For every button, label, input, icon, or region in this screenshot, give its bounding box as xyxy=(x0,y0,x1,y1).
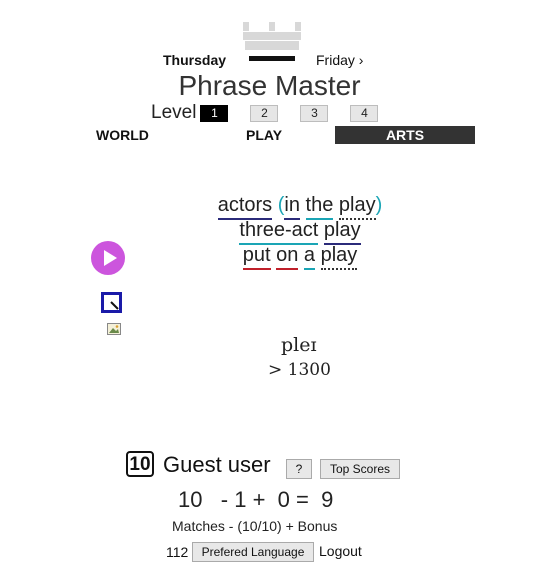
tab-play[interactable]: PLAY xyxy=(246,127,282,143)
phrase-line-2: three-act play xyxy=(0,219,539,245)
level-label: Level xyxy=(151,102,197,123)
score-badge: 10 xyxy=(126,451,154,477)
play-audio-button[interactable] xyxy=(91,241,125,275)
top-scores-button[interactable]: Top Scores xyxy=(320,459,400,479)
pronunciation-text: pleɪ xyxy=(281,334,317,356)
phrase-line-1: actors (in the play) xyxy=(0,194,539,220)
phrase-word[interactable]: play xyxy=(320,244,358,270)
level-3-button[interactable]: 3 xyxy=(300,104,329,122)
level-selector: Level 1 2 3 4 xyxy=(151,102,400,124)
phrase-paren-close: ) xyxy=(375,194,383,216)
phrase-line-3: put on a play xyxy=(0,244,539,270)
play-circle-icon xyxy=(104,250,117,266)
phrase-word[interactable]: a xyxy=(303,244,316,270)
phrase-word[interactable]: three-act xyxy=(239,219,319,245)
tab-world[interactable]: WORLD xyxy=(96,127,149,143)
phrase-word[interactable]: play xyxy=(323,219,361,245)
user-name: Guest user xyxy=(163,452,271,477)
matches-text: Matches - (10/10) + Bonus xyxy=(172,518,338,534)
user-count: 112 xyxy=(166,544,189,560)
phrase-word[interactable]: on xyxy=(276,244,299,270)
level-2-button[interactable]: 2 xyxy=(250,104,279,122)
preferred-language-button[interactable]: Prefered Language xyxy=(192,542,314,562)
image-icon[interactable] xyxy=(107,322,121,335)
phrase-word[interactable]: in xyxy=(284,194,300,220)
square-edit-icon[interactable] xyxy=(101,292,122,313)
tab-arts[interactable]: ARTS xyxy=(335,126,475,144)
level-4-button[interactable]: 4 xyxy=(350,104,379,122)
phrase-word[interactable]: put xyxy=(242,244,271,270)
phrase-word[interactable]: play xyxy=(338,194,376,220)
phrase-word[interactable]: the xyxy=(305,194,334,220)
word-score: 1300 xyxy=(287,360,331,380)
page-title: Phrase Master xyxy=(178,70,361,101)
current-day: Thursday xyxy=(163,52,227,68)
phrase-word[interactable]: actors xyxy=(217,194,273,220)
score-display: > 1300 xyxy=(268,360,331,380)
score-equation: 10 - 1 + 0 = 9 xyxy=(178,487,334,512)
next-day-link[interactable]: Friday › xyxy=(316,52,363,68)
logout-link[interactable]: Logout xyxy=(319,543,362,559)
chevron-right-icon: > xyxy=(268,360,283,380)
level-1-button[interactable]: 1 xyxy=(200,104,229,122)
help-button[interactable]: ? xyxy=(286,459,312,479)
phrase-paren-open: ( xyxy=(277,194,285,216)
crown-icon xyxy=(241,18,303,64)
